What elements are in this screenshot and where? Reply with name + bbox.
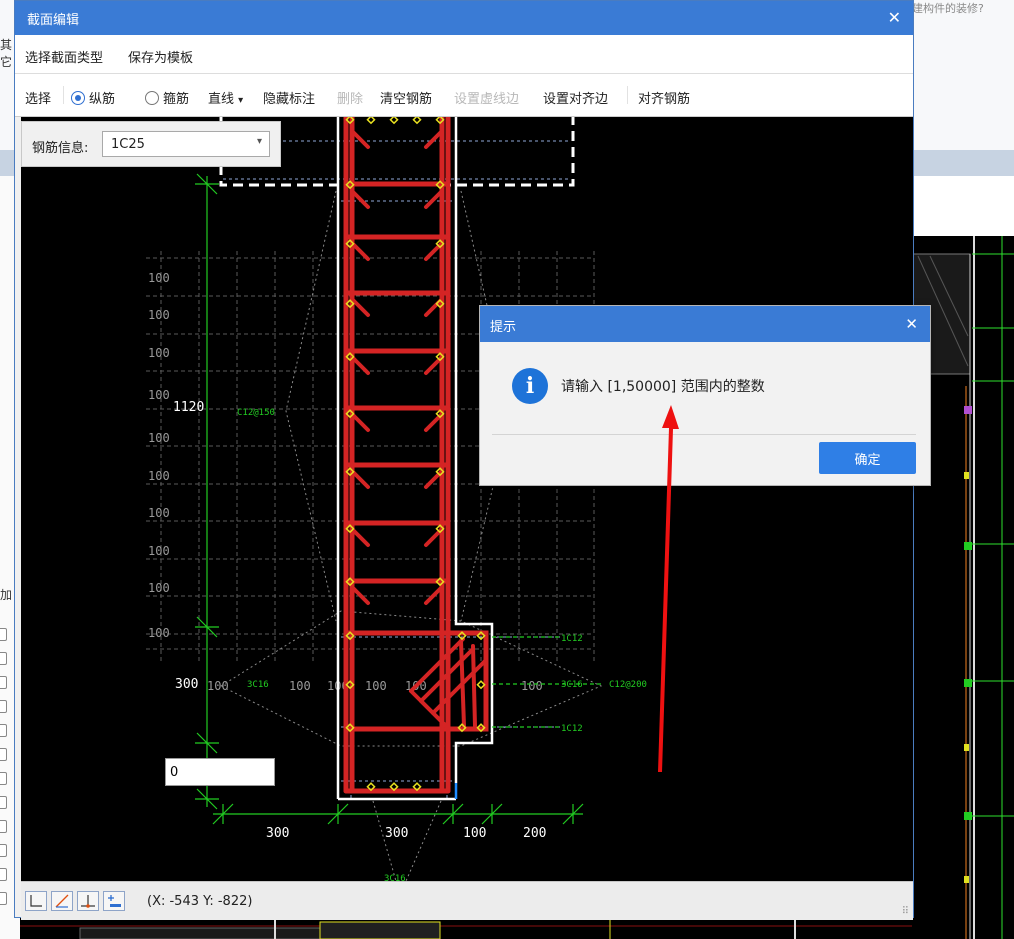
dialog-statusbar: (X: -543 Y: -822) ⠿ — [21, 881, 913, 920]
select-section-type-button[interactable]: 选择截面类型 — [25, 47, 103, 66]
bg-checkbox[interactable] — [0, 892, 7, 905]
rebar-label-3c16-bottom: 3C16 — [384, 874, 406, 881]
dialog-menubar: 选择截面类型 保存为模板 — [15, 35, 913, 74]
bg-checkbox[interactable] — [0, 748, 7, 761]
radio-unchecked-icon — [145, 91, 159, 105]
rebar-info-label: 钢筋信息: — [32, 141, 89, 156]
section-drawing-canvas[interactable]: 100 100 100 100 100 100 100 100 100 100 … — [21, 117, 913, 881]
dialog-title: 截面编辑 — [27, 13, 80, 28]
stirrup-radio[interactable]: 箍筋 — [145, 88, 189, 107]
grid-label: 100 — [148, 469, 170, 483]
alert-divider — [492, 434, 916, 435]
rebar-label-c12-200: C12@200 — [609, 680, 647, 690]
angle-snap-icon[interactable] — [51, 891, 73, 911]
rebar-info-value: 1C25 — [111, 137, 145, 152]
grid-label: 100 — [148, 581, 170, 595]
grid-label: 100 — [148, 388, 170, 402]
offset-snap-icon[interactable] — [103, 891, 125, 911]
clear-rebar-button[interactable]: 清空钢筋 — [380, 88, 432, 107]
bg-checkbox[interactable] — [0, 868, 7, 881]
dialog-titlebar[interactable]: 截面编辑 ✕ — [15, 1, 913, 35]
save-as-template-button[interactable]: 保存为模板 — [128, 47, 193, 66]
grid-label: 100 — [521, 679, 543, 693]
close-icon[interactable]: ✕ — [905, 315, 918, 333]
dim-label-bottom: 200 — [523, 826, 546, 841]
chevron-down-icon: ▾ — [238, 95, 244, 106]
rebar-info-select[interactable]: 1C25 ▾ — [102, 131, 270, 157]
align-rebar-button[interactable]: 对齐钢筋 — [638, 88, 690, 107]
bg-checkbox[interactable] — [0, 628, 7, 641]
bg-checkbox[interactable] — [0, 772, 7, 785]
bg-checkbox[interactable] — [0, 700, 7, 713]
grid-label: 100 — [148, 506, 170, 520]
bg-left-text-5: 加 — [0, 588, 13, 602]
longitudinal-label: 纵筋 — [89, 92, 116, 107]
close-icon[interactable]: ✕ — [888, 8, 901, 27]
ortho-snap-icon[interactable] — [25, 891, 47, 911]
line-mode-label: 直线 — [208, 92, 235, 107]
radio-checked-icon — [71, 91, 85, 105]
set-dashed-edge-button[interactable]: 设置虚线边 — [454, 88, 519, 107]
rebar-label-1c12-bottom: 1C12 — [561, 724, 583, 734]
background-hint-text: 建构件的装修? — [912, 2, 984, 15]
dialog-toolbar: 选择 纵筋 箍筋 直线 ▾ 隐藏标注 删除 清空钢筋 设置虚线边 设置对齐边 对… — [15, 74, 913, 117]
ok-button[interactable]: 确定 — [819, 442, 916, 474]
dim-label-300-vertical: 300 — [175, 677, 198, 692]
perpendicular-snap-icon[interactable] — [77, 891, 99, 911]
rebar-label-c12-150: C12@150 — [237, 408, 275, 418]
grid-label: 100 — [148, 271, 170, 285]
bg-checkbox[interactable] — [0, 820, 7, 833]
rebar-label-3c16-right: 3C16 — [561, 680, 583, 690]
longitudinal-radio[interactable]: 纵筋 — [71, 88, 115, 107]
set-align-edge-button[interactable]: 设置对齐边 — [543, 88, 608, 107]
bg-checkbox[interactable] — [0, 652, 7, 665]
length-input[interactable] — [165, 758, 275, 786]
grid-label: 100 — [148, 308, 170, 322]
alert-dialog: 提示 ✕ i 请输入 [1,50000] 范围内的整数 确定 — [479, 305, 931, 486]
info-icon: i — [512, 368, 548, 404]
grid-label: 100 — [148, 431, 170, 445]
grid-label: 100 — [148, 544, 170, 558]
dim-label-1120: 1120 — [173, 400, 204, 415]
delete-button[interactable]: 删除 — [337, 88, 363, 107]
bg-checkbox[interactable] — [0, 724, 7, 737]
bg-checkbox[interactable] — [0, 796, 7, 809]
toolbar-divider — [627, 86, 628, 104]
rebar-info-panel: 钢筋信息: 1C25 ▾ — [21, 121, 281, 167]
rebar-label-3c16-left: 3C16 — [247, 680, 269, 690]
alert-message: 请输入 [1,50000] 范围内的整数 — [561, 379, 765, 395]
stirrup-label: 箍筋 — [163, 92, 190, 107]
bg-checkbox[interactable] — [0, 676, 7, 689]
grid-label: 100 — [289, 679, 311, 693]
alert-titlebar[interactable]: 提示 ✕ — [480, 306, 930, 342]
bg-checkbox[interactable] — [0, 844, 7, 857]
alert-title: 提示 — [490, 320, 517, 335]
grid-label: 100 — [148, 346, 170, 360]
chevron-down-icon: ▾ — [256, 136, 262, 147]
line-mode-dropdown[interactable]: 直线 ▾ — [208, 88, 243, 107]
grid-label: 100 — [148, 626, 170, 640]
cursor-coordinates: (X: -543 Y: -822) — [147, 894, 253, 909]
grid-label: 100 — [365, 679, 387, 693]
resize-grip-icon[interactable]: ⠿ — [902, 906, 909, 917]
dim-label-bottom: 300 — [385, 826, 408, 841]
background-cad-bottom-strip — [20, 918, 912, 939]
toolbar-divider — [63, 86, 64, 104]
dim-label-bottom: 300 — [266, 826, 289, 841]
select-tool-button[interactable]: 选择 — [25, 88, 51, 107]
rebar-label-1c12-top: 1C12 — [561, 634, 583, 644]
grid-label: 100 — [207, 679, 229, 693]
hide-dims-button[interactable]: 隐藏标注 — [263, 88, 315, 107]
dim-label-bottom: 100 — [463, 826, 486, 841]
